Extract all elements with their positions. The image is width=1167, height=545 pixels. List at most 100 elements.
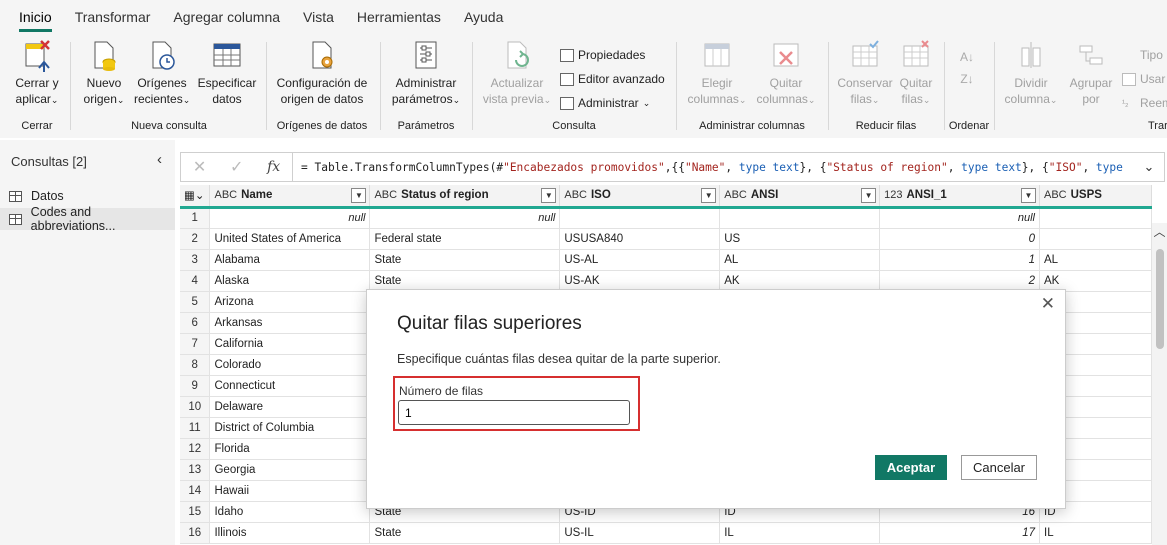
ok-button[interactable]: Aceptar xyxy=(875,455,947,480)
table-cell[interactable]: Illinois xyxy=(209,522,371,544)
enter-data-button[interactable]: Especificar datos xyxy=(196,38,258,107)
table-cell[interactable] xyxy=(1039,207,1152,229)
vertical-scrollbar[interactable]: ︿ xyxy=(1152,223,1167,545)
scroll-thumb[interactable] xyxy=(1156,249,1164,349)
table-cell[interactable]: AL xyxy=(1039,249,1152,271)
table-cell[interactable]: US-IL xyxy=(559,522,721,544)
column-filter-icon[interactable]: ▼ xyxy=(861,188,877,203)
table-cell[interactable]: 1 xyxy=(879,249,1040,271)
fx-icon[interactable]: fx xyxy=(267,159,280,175)
tab-agregar-columna[interactable]: Agregar columna xyxy=(162,0,291,34)
manage-button[interactable]: Administrar ⌄ xyxy=(560,94,650,112)
table-cell[interactable]: AL xyxy=(719,249,881,271)
data-type-button[interactable]: Tipo xyxy=(1122,46,1163,64)
data-source-settings-button[interactable]: Configuración de origen de datos xyxy=(274,38,370,107)
table-cell[interactable]: 0 xyxy=(879,228,1040,250)
cancel-formula-icon[interactable]: ✕ xyxy=(193,157,206,177)
column-filter-icon[interactable]: ▼ xyxy=(541,188,557,203)
table-cell[interactable]: Alaska xyxy=(209,270,371,292)
close-icon[interactable]: ✕ xyxy=(1041,294,1055,314)
abc-type-icon[interactable]: ABC xyxy=(374,189,397,201)
remove-rows-button[interactable]: Quitar filas⌄ xyxy=(896,38,936,108)
keep-rows-button[interactable]: Conservar filas⌄ xyxy=(836,38,894,108)
sort-descending-icon[interactable]: Z↓ xyxy=(960,68,974,90)
query-item-codes[interactable]: Codes and abbreviations... xyxy=(0,205,175,233)
manage-parameters-button[interactable]: Administrar parámetros⌄ xyxy=(388,38,464,108)
table-cell[interactable]: Connecticut xyxy=(209,375,371,397)
use-first-row-button[interactable]: Usar xyxy=(1122,70,1165,88)
column-filter-icon[interactable]: ▼ xyxy=(701,188,717,203)
replace-values-button[interactable]: ¹₂ Reem xyxy=(1122,94,1167,112)
tab-ayuda[interactable]: Ayuda xyxy=(453,0,514,34)
recent-sources-button[interactable]: Orígenes recientes⌄ xyxy=(134,38,190,108)
refresh-preview-button[interactable]: Actualizar vista previa⌄ xyxy=(480,38,554,108)
table-cell[interactable]: District of Columbia xyxy=(209,417,371,439)
table-cell[interactable]: null xyxy=(879,207,1040,229)
table-cell[interactable]: 2 xyxy=(879,270,1040,292)
table-cell[interactable]: Georgia xyxy=(209,459,371,481)
table-row[interactable]: 1 null null null xyxy=(180,207,1152,229)
tab-inicio[interactable]: Inicio xyxy=(8,0,63,34)
split-column-button[interactable]: Dividir columna⌄ xyxy=(1002,38,1060,108)
row-count-input[interactable] xyxy=(398,400,630,425)
collapse-pane-icon[interactable]: ‹ xyxy=(157,151,162,168)
table-cell[interactable]: Arizona xyxy=(209,291,371,313)
new-source-button[interactable]: Nuevo origen⌄ xyxy=(80,38,128,108)
table-menu[interactable]: ▦⌄ xyxy=(180,185,211,209)
cancel-button[interactable]: Cancelar xyxy=(961,455,1037,480)
scroll-up-icon[interactable]: ︿ xyxy=(1152,223,1167,240)
table-cell[interactable]: IL xyxy=(719,522,881,544)
column-header-ansi-1[interactable]: 123 ANSI_1 ▼ xyxy=(879,185,1040,209)
table-cell[interactable]: Florida xyxy=(209,438,371,460)
table-cell[interactable]: 17 xyxy=(879,522,1040,544)
table-cell[interactable]: US-AK xyxy=(559,270,721,292)
abc-type-icon[interactable]: ABC xyxy=(724,189,747,201)
table-cell[interactable]: Alabama xyxy=(209,249,371,271)
table-cell[interactable]: Idaho xyxy=(209,501,371,523)
table-cell[interactable]: null xyxy=(209,207,371,229)
query-item-datos[interactable]: Datos xyxy=(0,185,175,207)
table-cell[interactable]: California xyxy=(209,333,371,355)
table-row[interactable]: 3 Alabama State US-AL AL 1 AL xyxy=(180,249,1152,271)
table-cell[interactable]: State xyxy=(369,522,561,544)
table-cell[interactable]: State xyxy=(369,249,561,271)
tab-herramientas[interactable]: Herramientas xyxy=(346,0,452,34)
number-type-icon[interactable]: 123 xyxy=(884,189,902,201)
table-cell[interactable]: Arkansas xyxy=(209,312,371,334)
table-cell[interactable] xyxy=(1039,228,1152,250)
abc-type-icon[interactable]: ABC xyxy=(1044,189,1067,201)
table-cell[interactable]: USUSA840 xyxy=(559,228,721,250)
remove-columns-button[interactable]: Quitar columnas⌄ xyxy=(754,38,818,108)
column-header-status[interactable]: ABC Status of region ▼ xyxy=(369,185,561,209)
table-cell[interactable]: United States of America xyxy=(209,228,371,250)
table-cell[interactable]: US xyxy=(719,228,881,250)
table-row[interactable]: 16 Illinois State US-IL IL 17 IL xyxy=(180,522,1152,544)
column-header-iso[interactable]: ABC ISO ▼ xyxy=(559,185,721,209)
tab-transformar[interactable]: Transformar xyxy=(64,0,162,34)
column-header-name[interactable]: ABC Name ▼ xyxy=(209,185,371,209)
group-by-button[interactable]: Agrupar por xyxy=(1066,38,1116,107)
advanced-editor-button[interactable]: Editor avanzado xyxy=(560,70,665,88)
confirm-formula-icon[interactable]: ✓ xyxy=(230,157,243,177)
table-cell[interactable] xyxy=(719,207,881,229)
formula-input[interactable]: = Table.TransformColumnTypes(#"Encabezad… xyxy=(293,161,1134,174)
table-cell[interactable]: Hawaii xyxy=(209,480,371,502)
column-filter-icon[interactable]: ▼ xyxy=(1021,188,1036,203)
table-cell[interactable]: US-AL xyxy=(559,249,721,271)
table-cell[interactable]: Delaware xyxy=(209,396,371,418)
column-header-usps[interactable]: ABC USPS xyxy=(1039,185,1152,209)
table-cell[interactable]: IL xyxy=(1039,522,1152,544)
tab-vista[interactable]: Vista xyxy=(292,0,345,34)
choose-columns-button[interactable]: Elegir columnas⌄ xyxy=(684,38,750,108)
table-cell[interactable]: AK xyxy=(1039,270,1152,292)
column-filter-icon[interactable]: ▼ xyxy=(351,188,367,203)
table-cell[interactable]: Federal state xyxy=(369,228,561,250)
table-cell[interactable]: AK xyxy=(719,270,881,292)
expand-formula-icon[interactable]: ⌄ xyxy=(1134,159,1164,175)
table-cell[interactable]: State xyxy=(369,270,561,292)
table-row[interactable]: 4 Alaska State US-AK AK 2 AK xyxy=(180,270,1152,292)
abc-type-icon[interactable]: ABC xyxy=(214,189,237,201)
abc-type-icon[interactable]: ABC xyxy=(564,189,587,201)
sort-ascending-icon[interactable]: A↓ xyxy=(960,46,974,68)
table-cell[interactable]: null xyxy=(369,207,561,229)
